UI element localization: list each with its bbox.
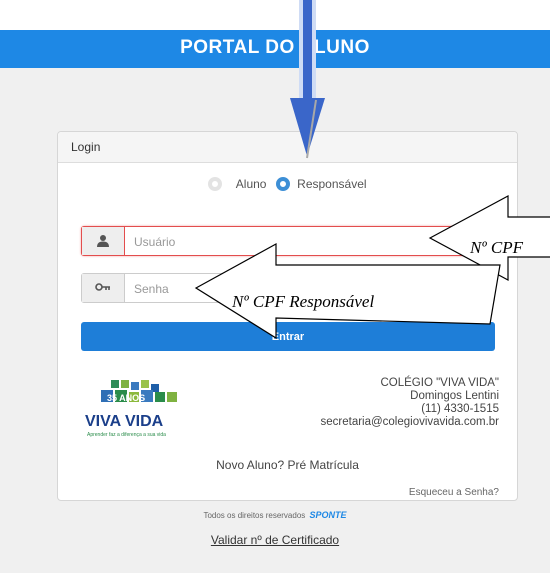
user-field-group <box>81 226 495 256</box>
school-logo: 35 ANOS VIVA VIDA Aprender faz a diferen… <box>81 378 214 441</box>
school-street: Domingos Lentini <box>410 390 499 402</box>
key-icon <box>82 274 125 302</box>
logo-name: VIVA VIDA <box>85 413 164 430</box>
logo-banner: 35 ANOS <box>107 393 145 403</box>
school-phone: (11) 4330-1515 <box>421 403 499 415</box>
top-margin <box>0 0 550 30</box>
profile-selector: Aluno Responsável <box>58 176 517 191</box>
login-button[interactable]: Entrar <box>81 322 495 351</box>
portal-header: PORTAL DO ALUNO <box>0 30 550 68</box>
login-panel: Login Aluno Responsável Entrar <box>57 131 518 501</box>
forgot-password-link[interactable]: Esqueceu a Senha? <box>409 487 499 498</box>
radio-responsavel-label[interactable]: Responsável <box>297 177 366 191</box>
footer-rights: Todos os direitos reservados SPONTE <box>0 510 550 520</box>
school-info: COLÉGIO "VIVA VIDA" Domingos Lentini (11… <box>321 377 500 429</box>
portal-title: PORTAL DO ALUNO <box>180 37 370 58</box>
password-input[interactable] <box>132 278 436 300</box>
radio-responsavel[interactable] <box>275 176 290 191</box>
validate-certificate-link[interactable]: Validar nº de Certificado <box>0 533 550 547</box>
validate-certificate-label[interactable]: Validar nº de Certificado <box>211 533 339 547</box>
login-panel-title: Login <box>58 132 517 163</box>
new-student-link[interactable]: Novo Aluno? Pré Matrícula <box>58 458 517 472</box>
sponte-logo: SPONTE <box>309 510 347 520</box>
user-icon <box>82 227 125 255</box>
rights-text: Todos os direitos reservados <box>203 511 306 520</box>
radio-aluno[interactable] <box>208 176 223 191</box>
school-name: COLÉGIO "VIVA VIDA" <box>380 377 499 389</box>
logo-tagline: Aprender faz a diferença a sua vida <box>87 432 166 438</box>
user-input[interactable] <box>132 231 436 253</box>
radio-aluno-label[interactable]: Aluno <box>236 177 267 191</box>
password-field-group <box>81 273 495 303</box>
school-email: secretaria@colegiovivavida.com.br <box>320 416 500 428</box>
